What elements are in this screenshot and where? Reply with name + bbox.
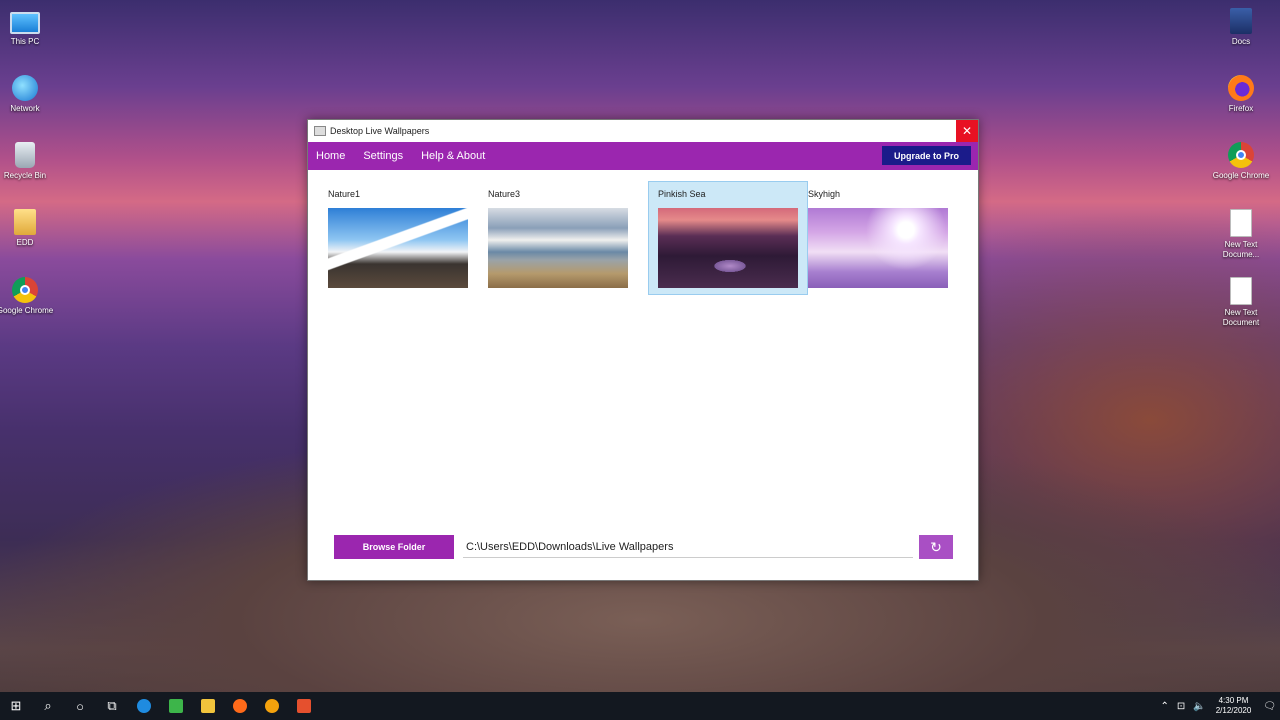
menu-settings[interactable]: Settings bbox=[363, 150, 403, 162]
desktop-icon-recycle-bin[interactable]: Recycle Bin bbox=[0, 142, 55, 181]
network-icon[interactable]: ⊡ bbox=[1177, 701, 1185, 712]
folder-icon bbox=[201, 699, 215, 713]
wallpaper-name: Nature3 bbox=[488, 189, 521, 199]
wallpaper-tile-skyhigh[interactable]: Skyhigh bbox=[808, 181, 968, 295]
refresh-button[interactable]: ↻ bbox=[919, 535, 953, 559]
wallpaper-thumbnail bbox=[808, 208, 948, 288]
window-title: Desktop Live Wallpapers bbox=[330, 126, 430, 136]
desktop-icon-chrome-right[interactable]: Google Chrome bbox=[1211, 142, 1271, 181]
taskbar-firefox[interactable] bbox=[224, 692, 256, 720]
desktop-icon-chrome[interactable]: Google Chrome bbox=[0, 277, 55, 316]
user-folder-icon bbox=[14, 209, 36, 235]
text-document-icon bbox=[1230, 277, 1252, 305]
desktop-icon-firefox[interactable]: Firefox bbox=[1211, 75, 1271, 114]
desktop-icon-label: EDD bbox=[16, 238, 34, 247]
desktop-icon-docs[interactable]: Docs bbox=[1211, 8, 1271, 47]
search-icon: ⌕ bbox=[44, 698, 52, 713]
taskbar-camtasia[interactable] bbox=[160, 692, 192, 720]
wallpaper-tile-nature1[interactable]: Nature1 bbox=[328, 181, 488, 295]
wallpaper-tile-nature3[interactable]: Nature3 bbox=[488, 181, 648, 295]
wallpaper-name: Pinkish Sea bbox=[658, 189, 706, 199]
desktop-icon-label: Network bbox=[10, 104, 40, 113]
camtasia-icon bbox=[169, 699, 183, 713]
desktop-icon-label: This PC bbox=[10, 37, 40, 46]
desktop-icon-label: Firefox bbox=[1228, 104, 1254, 113]
firefox-icon bbox=[1228, 75, 1254, 101]
desktop-icon-network[interactable]: Network bbox=[0, 75, 55, 114]
chrome-icon bbox=[12, 277, 38, 303]
menu-home[interactable]: Home bbox=[316, 150, 345, 162]
desktop-icon-new-text-1[interactable]: New Text Docume... bbox=[1211, 209, 1271, 260]
upgrade-to-pro-button[interactable]: Upgrade to Pro bbox=[881, 146, 971, 165]
windows-icon: ⊞ bbox=[10, 698, 22, 713]
system-tray: ⌃ ⊡ 🔈 4:30 PM 2/12/2020 🗨 bbox=[1156, 692, 1280, 720]
title-bar[interactable]: Desktop Live Wallpapers ✕ bbox=[308, 120, 978, 142]
clock[interactable]: 4:30 PM 2/12/2020 bbox=[1216, 696, 1252, 716]
wallpaper-name: Skyhigh bbox=[808, 189, 841, 199]
text-document-icon bbox=[1230, 209, 1252, 237]
desktop-icon-edd[interactable]: EDD bbox=[0, 209, 55, 248]
firefox-icon bbox=[233, 699, 247, 713]
notifications-icon[interactable]: 🗨 bbox=[1263, 701, 1276, 712]
desktop-icon-label: Recycle Bin bbox=[3, 171, 47, 180]
desktop-icon-label: Google Chrome bbox=[1212, 171, 1270, 180]
start-button[interactable]: ⊞ bbox=[0, 692, 32, 720]
cortana-button[interactable]: ○ bbox=[64, 692, 96, 720]
taskbar: ⊞ ⌕ ○ ⧉ ⌃ ⊡ 🔈 4:30 PM 2/12/2020 🗨 bbox=[0, 692, 1280, 720]
cortana-icon: ○ bbox=[76, 698, 84, 714]
volume-icon[interactable]: 🔈 bbox=[1193, 701, 1205, 712]
recycle-bin-icon bbox=[15, 142, 35, 168]
taskbar-app-orange[interactable] bbox=[256, 692, 288, 720]
wallpaper-grid: Nature1 Nature3 Pinkish Sea Skyhigh bbox=[328, 181, 968, 295]
desktop-icon-label: Google Chrome bbox=[0, 306, 54, 315]
wallpaper-thumbnail bbox=[658, 208, 798, 288]
app-window: Desktop Live Wallpapers ✕ Home Settings … bbox=[307, 119, 979, 581]
wallpaper-thumbnail bbox=[328, 208, 468, 288]
tray-chevron-icon[interactable]: ⌃ bbox=[1160, 701, 1168, 712]
clock-time: 4:30 PM bbox=[1218, 696, 1249, 705]
wallpaper-tile-pinkish-sea[interactable]: Pinkish Sea bbox=[648, 181, 808, 295]
menu-help-about[interactable]: Help & About bbox=[421, 150, 485, 162]
desktop-icon-this-pc[interactable]: This PC bbox=[0, 8, 55, 47]
app-icon bbox=[314, 126, 326, 136]
desktop-icon-label: New Text Document bbox=[1222, 308, 1260, 327]
close-button[interactable]: ✕ bbox=[956, 120, 978, 142]
app-icon bbox=[265, 699, 279, 713]
taskbar-camtasia-recorder[interactable] bbox=[288, 692, 320, 720]
close-icon: ✕ bbox=[961, 124, 973, 138]
chrome-icon bbox=[1228, 142, 1254, 168]
network-icon bbox=[12, 75, 38, 101]
desktop-icon-new-text-2[interactable]: New Text Document bbox=[1211, 277, 1271, 328]
refresh-icon: ↻ bbox=[930, 538, 942, 555]
desktop-icon-label: New Text Docume... bbox=[1222, 240, 1260, 259]
recorder-icon bbox=[297, 699, 311, 713]
search-button[interactable]: ⌕ bbox=[32, 692, 64, 720]
task-view-icon: ⧉ bbox=[107, 698, 117, 713]
folder-path-field[interactable]: C:\Users\EDD\Downloads\Live Wallpapers bbox=[463, 536, 913, 558]
wallpaper-name: Nature1 bbox=[328, 189, 361, 199]
wallpaper-thumbnail bbox=[488, 208, 628, 288]
this-pc-icon bbox=[10, 12, 40, 34]
menu-bar: Home Settings Help & About Upgrade to Pr… bbox=[308, 142, 978, 170]
browse-folder-button[interactable]: Browse Folder bbox=[334, 535, 454, 559]
task-view-button[interactable]: ⧉ bbox=[96, 692, 128, 720]
taskbar-file-explorer[interactable] bbox=[192, 692, 224, 720]
edge-icon bbox=[137, 699, 151, 713]
taskbar-edge[interactable] bbox=[128, 692, 160, 720]
clock-date: 2/12/2020 bbox=[1215, 706, 1252, 715]
desktop-icon-label: Docs bbox=[1231, 37, 1251, 46]
docs-icon bbox=[1230, 8, 1252, 34]
